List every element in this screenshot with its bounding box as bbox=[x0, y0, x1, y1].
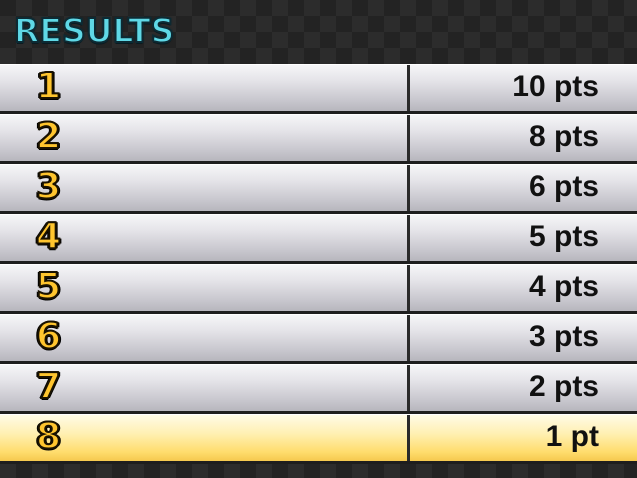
rank-number: 1 bbox=[35, 66, 62, 107]
result-row-8-highlighted: 8 1 pt bbox=[0, 414, 637, 461]
result-row-2: 2 8 pts bbox=[0, 114, 637, 161]
results-board: 1 10 pts 2 8 pts 3 6 pts 4 5 pts 5 4 pts… bbox=[0, 64, 637, 464]
result-row-1: 1 10 pts bbox=[0, 64, 637, 111]
points-value: 10 pts bbox=[512, 70, 599, 103]
column-divider bbox=[407, 115, 410, 161]
points-value: 5 pts bbox=[528, 220, 599, 253]
points-value: 1 pt bbox=[545, 420, 599, 453]
column-divider bbox=[407, 315, 410, 361]
points-value: 6 pts bbox=[528, 170, 599, 203]
rank-number: 8 bbox=[35, 416, 62, 457]
column-divider bbox=[407, 265, 410, 311]
column-divider bbox=[407, 365, 410, 411]
result-row-3: 3 6 pts bbox=[0, 164, 637, 211]
rank-number: 4 bbox=[35, 216, 62, 257]
results-title: RESULTS bbox=[13, 11, 175, 50]
results-header: RESULTS bbox=[0, 0, 637, 64]
result-row-7: 7 2 pts bbox=[0, 364, 637, 411]
result-row-6: 6 3 pts bbox=[0, 314, 637, 361]
points-value: 4 pts bbox=[528, 270, 599, 303]
rank-number: 7 bbox=[35, 366, 62, 407]
column-divider bbox=[407, 415, 410, 461]
points-value: 8 pts bbox=[528, 120, 599, 153]
rank-number: 5 bbox=[35, 266, 62, 307]
column-divider bbox=[407, 165, 410, 211]
points-value: 3 pts bbox=[528, 320, 599, 353]
rank-number: 3 bbox=[35, 166, 62, 207]
result-row-5: 5 4 pts bbox=[0, 264, 637, 311]
rank-number: 2 bbox=[35, 116, 62, 157]
column-divider bbox=[407, 65, 410, 111]
rank-number: 6 bbox=[35, 316, 62, 357]
column-divider bbox=[407, 215, 410, 261]
result-row-4: 4 5 pts bbox=[0, 214, 637, 261]
points-value: 2 pts bbox=[528, 370, 599, 403]
